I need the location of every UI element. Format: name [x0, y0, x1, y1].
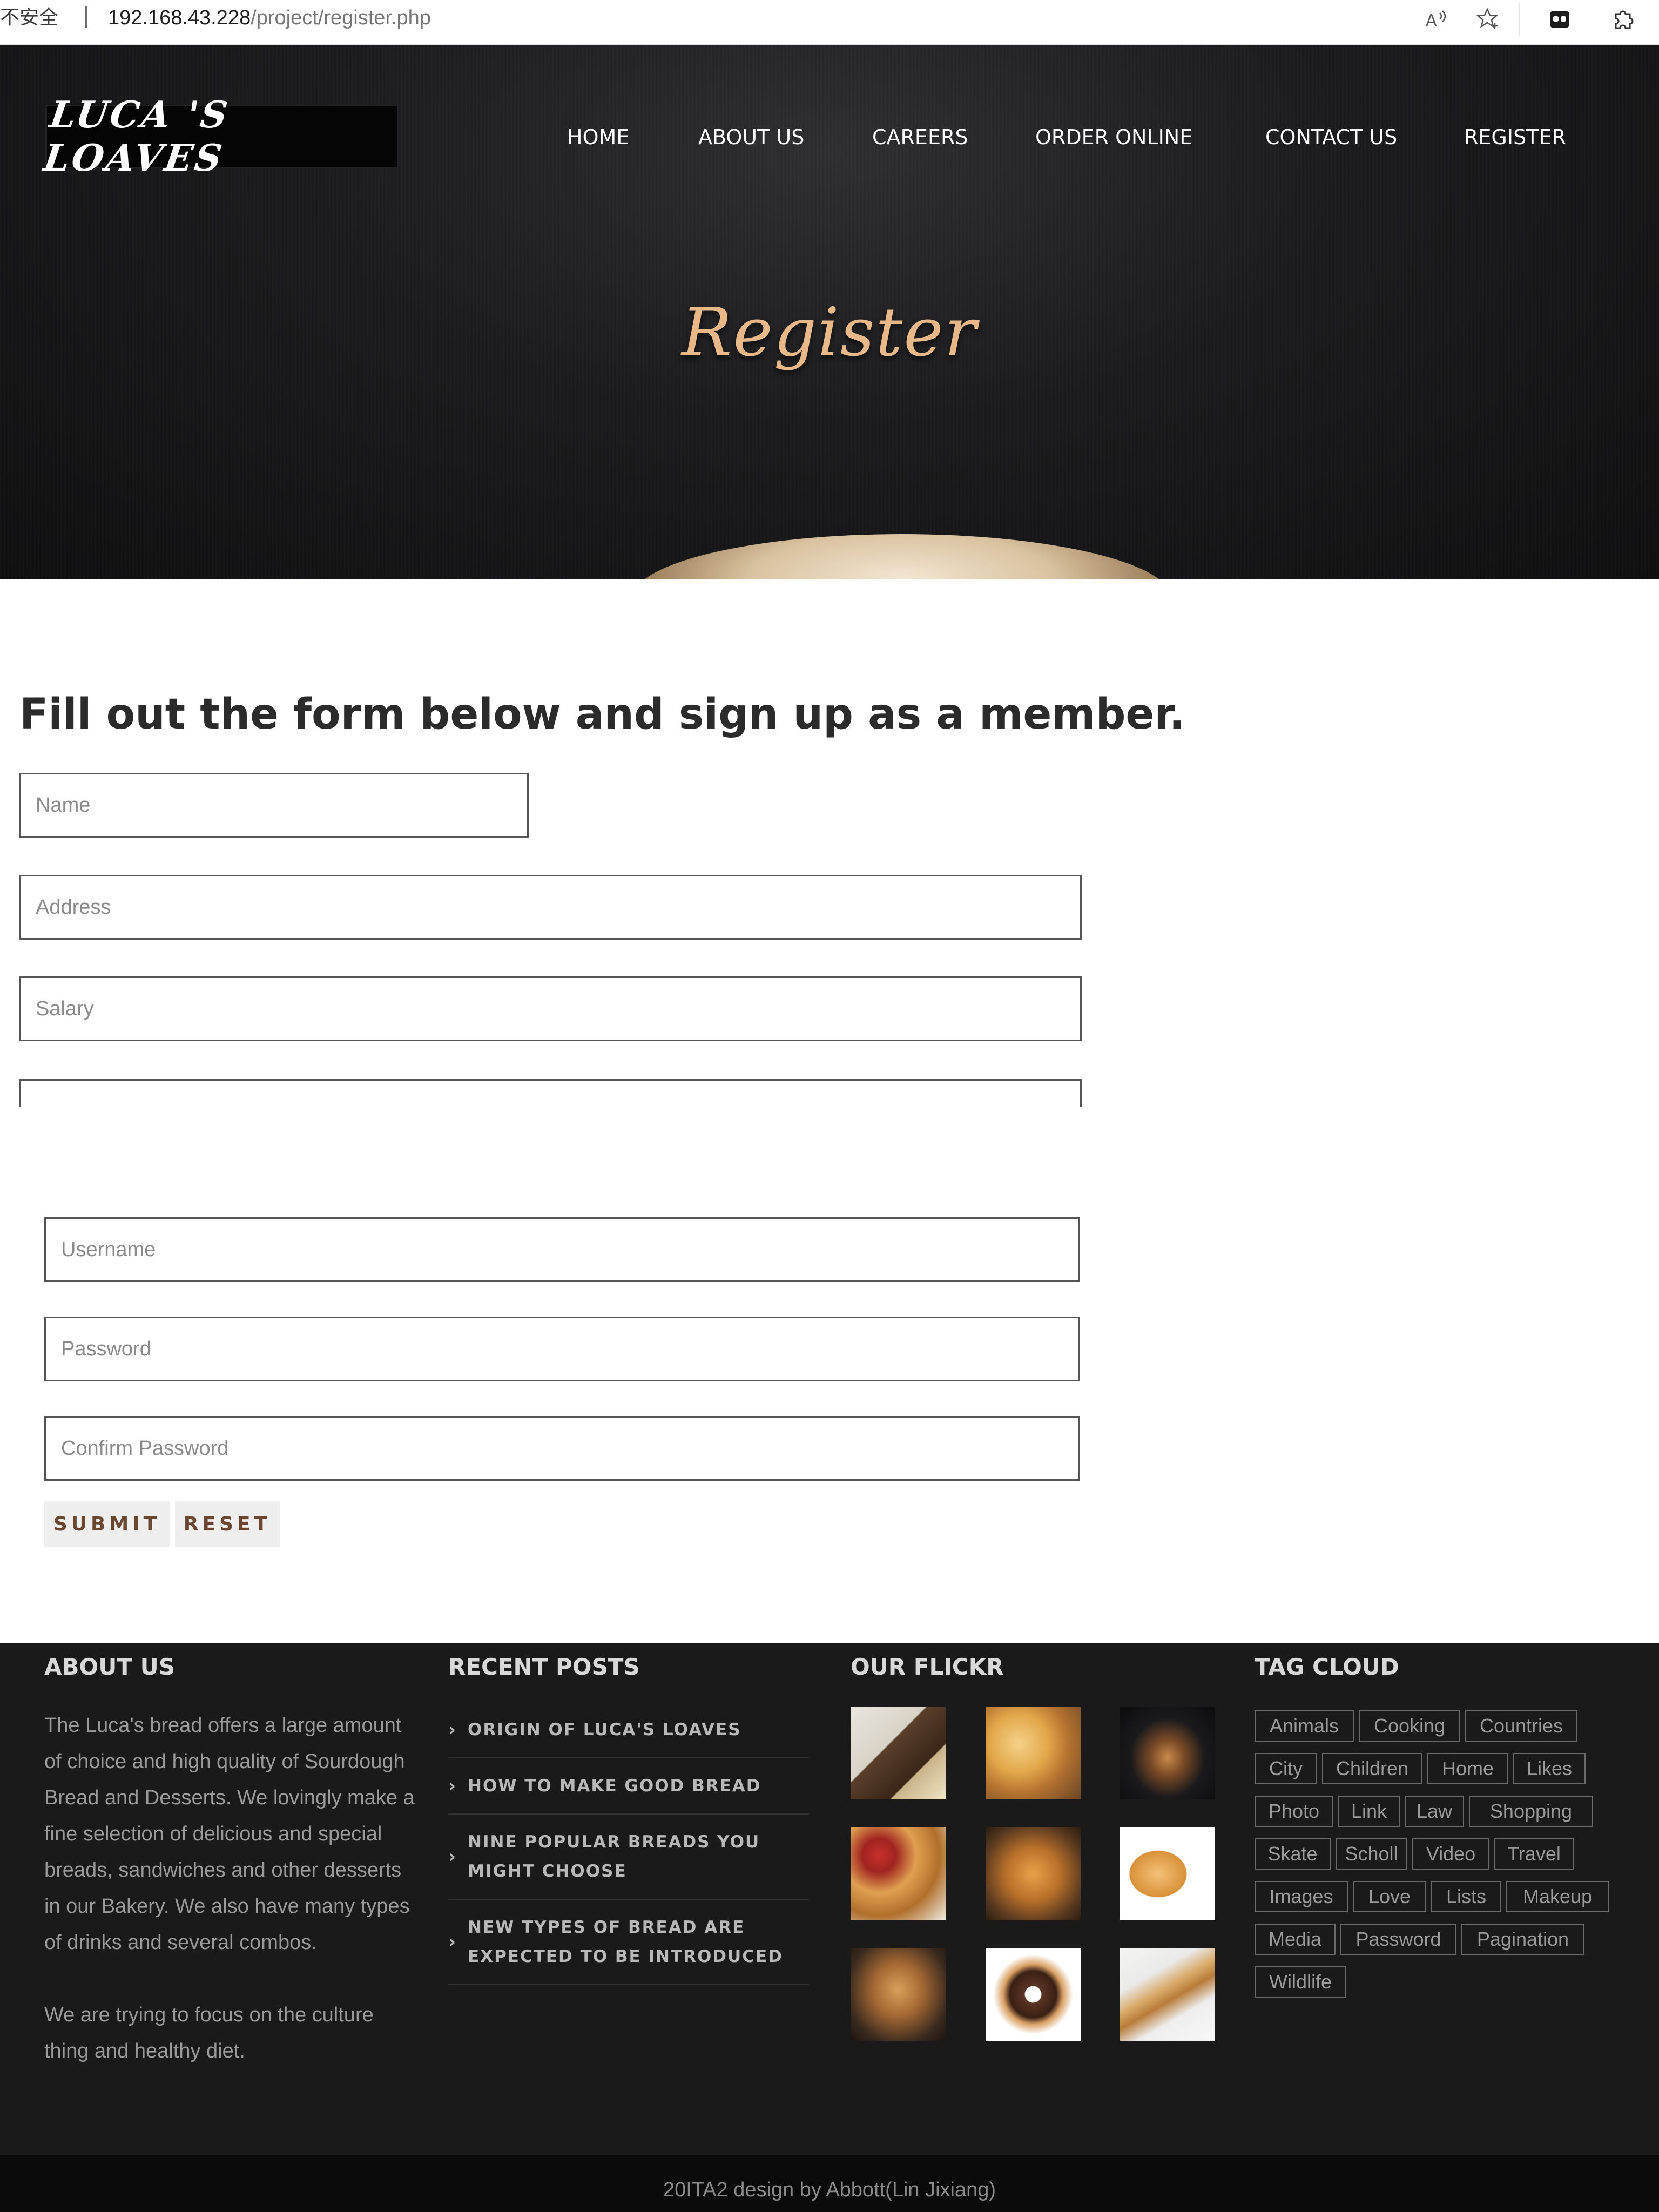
tag-link[interactable]: Shopping [1469, 1796, 1593, 1827]
tag-link[interactable]: Animals [1255, 1710, 1354, 1742]
footer-tag-cloud-title: TAG CLOUD [1255, 1654, 1399, 1680]
insecure-label[interactable]: 不安全 [0, 5, 58, 30]
tag-link[interactable]: Photo [1255, 1796, 1333, 1827]
chevron-right-icon: › [448, 1846, 457, 1867]
main-navigation: HOME ABOUT US CAREERS ORDER ONLINE CONTA… [0, 116, 1659, 159]
nav-about-us[interactable]: ABOUT US [698, 116, 804, 159]
recent-post-title: HOW TO MAKE GOOD BREAD [468, 1776, 761, 1796]
address-field[interactable] [19, 875, 1082, 940]
tag-link[interactable]: Home [1427, 1753, 1508, 1784]
tag-link[interactable]: Cooking [1359, 1710, 1460, 1742]
tag-link[interactable]: Link [1338, 1796, 1400, 1827]
recent-post-link[interactable]: › NINE POPULAR BREADS YOU MIGHT CHOOSE [448, 1815, 809, 1900]
reset-button[interactable]: RESET [175, 1501, 280, 1547]
toolbar-divider [1519, 3, 1520, 36]
tag-link[interactable]: Video [1412, 1838, 1489, 1870]
chevron-right-icon: › [448, 1775, 457, 1797]
donut-photo[interactable] [986, 1948, 1081, 2041]
password-field[interactable] [44, 1317, 1080, 1381]
salary-field[interactable] [19, 976, 1082, 1041]
bread-slices-photo[interactable] [851, 1707, 946, 1799]
bread-loaf-image [632, 534, 1172, 579]
recent-posts-list: › ORIGIN OF LUCA'S LOAVES › HOW TO MAKE GO… [448, 1702, 809, 1985]
site-footer: ABOUT US The Luca's bread offers a large… [0, 1643, 1659, 2155]
page-title: Register [682, 294, 977, 372]
footer-flickr-title: OUR FLICKR [851, 1654, 1004, 1680]
bread-rolls-photo[interactable] [1120, 1827, 1215, 1920]
puzzle-icon[interactable] [1608, 4, 1638, 35]
bundt-loaf-photo[interactable] [986, 1827, 1081, 1920]
recent-post-link[interactable]: › NEW TYPES OF BREAD ARE EXPECTED TO BE I… [448, 1900, 809, 1985]
extension-icon[interactable] [1545, 4, 1575, 35]
tag-link[interactable]: Skate [1255, 1838, 1331, 1870]
nav-careers[interactable]: CAREERS [872, 116, 968, 159]
tag-link[interactable]: Pagination [1461, 1924, 1584, 1955]
clipped-field-placeholder: . . [36, 1094, 51, 1107]
tag-link[interactable]: Password [1340, 1924, 1456, 1955]
nav-order-online[interactable]: ORDER ONLINE [1035, 116, 1192, 159]
chevron-right-icon: › [448, 1931, 457, 1953]
confirm-password-field[interactable] [44, 1416, 1080, 1481]
username-field[interactable] [44, 1217, 1080, 1282]
about-paragraph: We are trying to focus on the culture th… [44, 2004, 374, 2062]
clipped-field[interactable]: . . [19, 1079, 1082, 1107]
hero-banner: LUCA 'S LOAVES HOME ABOUT US CAREERS ORD… [0, 45, 1659, 579]
recent-post-title: NINE POPULAR BREADS YOU MIGHT CHOOSE [468, 1832, 760, 1881]
tag-link[interactable]: Travel [1494, 1838, 1574, 1870]
recent-post-title: NEW TYPES OF BREAD ARE EXPECTED TO BE IN… [468, 1918, 783, 1966]
tag-link[interactable]: Love [1353, 1881, 1426, 1912]
url-field[interactable]: 192.168.43.228/project/register.php [108, 5, 431, 30]
nav-contact-us[interactable]: CONTACT US [1265, 116, 1397, 159]
url-host: 192.168.43.228 [108, 6, 251, 29]
url-separator [85, 6, 87, 28]
favorite-star-icon[interactable] [1473, 4, 1503, 35]
tag-link[interactable]: City [1255, 1753, 1317, 1784]
recent-post-link[interactable]: › ORIGIN OF LUCA'S LOAVES [448, 1702, 809, 1758]
copyright-text: 20ITA2 design by Abbott(Lin Jixiang) [663, 2179, 996, 2201]
tag-link[interactable]: Scholl [1336, 1838, 1407, 1870]
footer-about-title: ABOUT US [44, 1654, 175, 1680]
tag-link[interactable]: Images [1255, 1881, 1348, 1912]
croissants-photo[interactable] [986, 1707, 1081, 1799]
about-paragraph: The Luca's bread offers a large amount o… [44, 1714, 415, 1954]
read-aloud-icon[interactable]: A [1421, 4, 1452, 35]
nav-home[interactable]: HOME [567, 116, 629, 159]
submit-button[interactable]: SUBMIT [44, 1501, 170, 1547]
baguette-photo[interactable] [1120, 1948, 1215, 2041]
tag-link[interactable]: Makeup [1506, 1881, 1609, 1912]
rustic-buns-photo[interactable] [851, 1948, 946, 2041]
footer-recent-posts-title: RECENT POSTS [448, 1654, 640, 1680]
tag-link[interactable]: Lists [1431, 1881, 1501, 1912]
tag-link[interactable]: Countries [1465, 1710, 1577, 1742]
browser-address-bar: 不安全 192.168.43.228/project/register.php … [0, 0, 1659, 45]
tag-link[interactable]: Wildlife [1255, 1966, 1346, 1998]
dark-croissant-photo[interactable] [1120, 1707, 1215, 1799]
chevron-right-icon: › [448, 1719, 457, 1741]
tag-link[interactable]: Law [1405, 1796, 1464, 1827]
tag-link[interactable]: Likes [1513, 1753, 1586, 1784]
svg-text:A: A [1426, 11, 1437, 30]
url-path: /project/register.php [251, 6, 431, 29]
tag-link[interactable]: Children [1322, 1753, 1422, 1784]
tag-link[interactable]: Media [1255, 1924, 1336, 1955]
nav-register[interactable]: REGISTER [1464, 116, 1566, 159]
recent-post-title: ORIGIN OF LUCA'S LOAVES [468, 1720, 741, 1739]
form-heading: Fill out the form below and sign up as a… [19, 690, 1185, 739]
copyright-bar: 20ITA2 design by Abbott(Lin Jixiang) [0, 2155, 1659, 2212]
name-field[interactable] [19, 773, 529, 838]
croissants-tomato-photo[interactable] [851, 1827, 946, 1920]
footer-about-text: The Luca's bread offers a large amount o… [44, 1708, 417, 2069]
recent-post-link[interactable]: › HOW TO MAKE GOOD BREAD [448, 1758, 809, 1815]
